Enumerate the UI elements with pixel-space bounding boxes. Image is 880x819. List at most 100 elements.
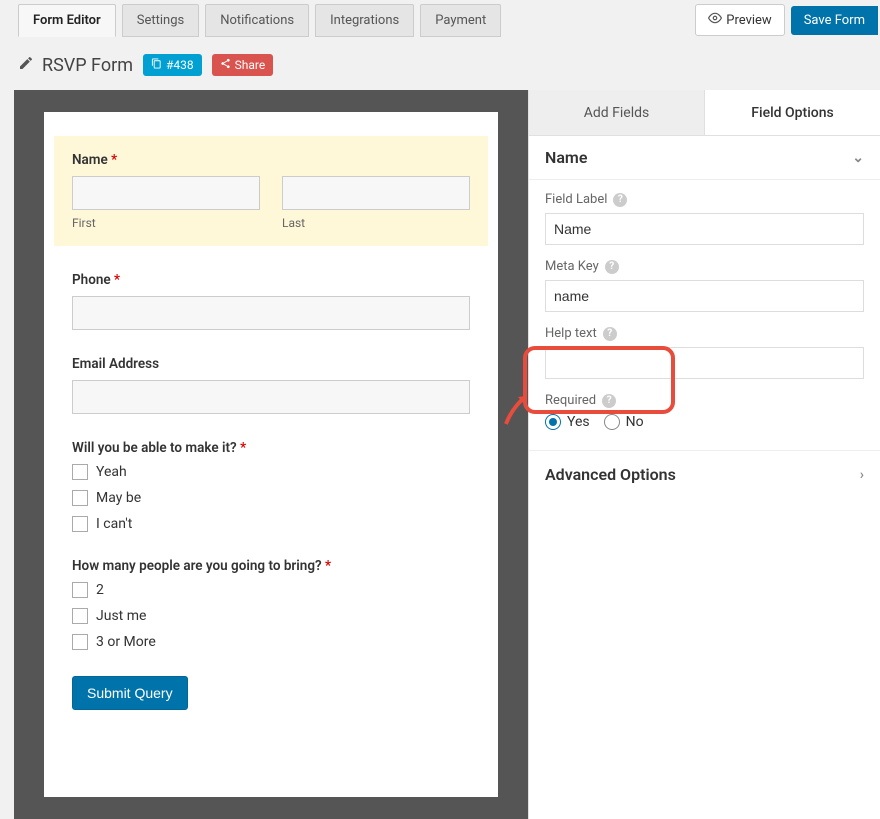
submit-button[interactable]: Submit Query bbox=[72, 676, 188, 710]
main-tabs: Form Editor Settings Notifications Integ… bbox=[18, 4, 501, 37]
required-asterisk: * bbox=[111, 152, 117, 168]
eye-icon bbox=[708, 11, 722, 29]
tab-notifications[interactable]: Notifications bbox=[205, 4, 309, 37]
checkbox-icon bbox=[72, 634, 88, 650]
required-text: Required bbox=[545, 393, 596, 408]
required-asterisk: * bbox=[325, 558, 331, 574]
phone-label-text: Phone bbox=[72, 272, 111, 288]
copy-icon bbox=[151, 58, 162, 72]
form-title: RSVP Form bbox=[18, 55, 133, 76]
tab-form-editor[interactable]: Form Editor bbox=[18, 4, 116, 37]
help-icon[interactable]: ? bbox=[602, 394, 616, 408]
prop-label: Meta Key ? bbox=[545, 259, 864, 274]
share-icon bbox=[220, 58, 231, 72]
required-asterisk: * bbox=[240, 440, 246, 456]
submit-row: Submit Query bbox=[72, 676, 470, 710]
form-id-badge[interactable]: #438 bbox=[143, 54, 202, 76]
required-asterisk: * bbox=[114, 272, 120, 288]
right-panel: Add Fields Field Options Name ⌄ Field La… bbox=[528, 90, 880, 819]
attend-option[interactable]: May be bbox=[72, 490, 470, 506]
radio-icon bbox=[545, 414, 561, 430]
preview-label: Preview bbox=[726, 13, 771, 28]
phone-input[interactable] bbox=[72, 296, 470, 330]
advanced-options-header[interactable]: Advanced Options › bbox=[529, 450, 880, 498]
top-actions: Preview Save Form bbox=[695, 4, 880, 36]
count-option[interactable]: 2 bbox=[72, 582, 470, 598]
tab-integrations[interactable]: Integrations bbox=[315, 4, 414, 37]
last-sublabel: Last bbox=[282, 216, 470, 230]
checkbox-icon bbox=[72, 490, 88, 506]
field-attend[interactable]: Will you be able to make it? * Yeah May … bbox=[72, 440, 470, 532]
name-label-text: Name bbox=[72, 152, 108, 168]
option-label: May be bbox=[96, 490, 141, 506]
advanced-options-title: Advanced Options bbox=[545, 465, 676, 484]
prop-help-text: Help text ? bbox=[545, 326, 864, 379]
field-count-label: How many people are you going to bring? … bbox=[72, 558, 470, 574]
field-email-label: Email Address bbox=[72, 356, 470, 372]
required-no-radio[interactable]: No bbox=[604, 414, 644, 430]
help-icon[interactable]: ? bbox=[613, 193, 627, 207]
help-text-input[interactable] bbox=[545, 347, 864, 379]
meta-key-input[interactable] bbox=[545, 280, 864, 312]
form-header-bar: RSVP Form #438 Share bbox=[0, 40, 880, 90]
checkbox-icon bbox=[72, 582, 88, 598]
chevron-down-icon: ⌄ bbox=[852, 150, 864, 166]
option-label: Just me bbox=[96, 608, 146, 624]
first-sublabel: First bbox=[72, 216, 260, 230]
main-navbar: Form Editor Settings Notifications Integ… bbox=[0, 0, 880, 40]
required-yes-radio[interactable]: Yes bbox=[545, 414, 590, 430]
required-radio-group: Yes No bbox=[545, 414, 864, 430]
count-option[interactable]: 3 or More bbox=[72, 634, 470, 650]
prop-field-label: Field Label ? bbox=[545, 192, 864, 245]
field-label-text: Field Label bbox=[545, 192, 607, 207]
checkbox-icon bbox=[72, 608, 88, 624]
prop-label: Help text ? bbox=[545, 326, 864, 341]
prop-label: Required ? bbox=[545, 393, 864, 408]
radio-label: No bbox=[626, 414, 644, 430]
field-count[interactable]: How many people are you going to bring? … bbox=[72, 558, 470, 650]
share-button[interactable]: Share bbox=[212, 54, 274, 76]
count-option[interactable]: Just me bbox=[72, 608, 470, 624]
main-area: ▲ Name * First Last bbox=[0, 90, 880, 819]
section-name-header[interactable]: Name ⌄ bbox=[529, 136, 880, 180]
field-label-input[interactable] bbox=[545, 213, 864, 245]
tab-add-fields[interactable]: Add Fields bbox=[529, 90, 705, 136]
form-id-text: #438 bbox=[166, 58, 194, 72]
help-icon[interactable]: ? bbox=[603, 327, 617, 341]
radio-icon bbox=[604, 414, 620, 430]
tab-payment[interactable]: Payment bbox=[420, 4, 501, 37]
field-phone-label: Phone * bbox=[72, 272, 470, 288]
preview-pane: ▲ Name * First Last bbox=[0, 90, 528, 819]
prop-meta-key: Meta Key ? bbox=[545, 259, 864, 312]
radio-label: Yes bbox=[567, 414, 590, 430]
count-label-text: How many people are you going to bring? bbox=[72, 558, 322, 574]
attend-option[interactable]: I can't bbox=[72, 516, 470, 532]
tab-settings[interactable]: Settings bbox=[122, 4, 199, 37]
form-preview: Name * First Last bbox=[44, 112, 498, 797]
tab-field-options[interactable]: Field Options bbox=[705, 90, 880, 136]
preview-canvas: Name * First Last bbox=[14, 90, 528, 819]
field-phone[interactable]: Phone * bbox=[72, 272, 470, 330]
side-tabs: Add Fields Field Options bbox=[529, 90, 880, 136]
field-name[interactable]: Name * First Last bbox=[54, 136, 488, 246]
help-text-text: Help text bbox=[545, 326, 597, 341]
section-body: Field Label ? Meta Key ? Help text ? bbox=[529, 180, 880, 444]
form-title-text: RSVP Form bbox=[42, 55, 133, 76]
attend-label-text: Will you be able to make it? bbox=[72, 440, 237, 456]
last-name-input[interactable] bbox=[282, 176, 470, 210]
meta-key-text: Meta Key bbox=[545, 259, 599, 274]
help-icon[interactable]: ? bbox=[605, 260, 619, 274]
field-name-label: Name * bbox=[72, 152, 470, 168]
field-attend-label: Will you be able to make it? * bbox=[72, 440, 470, 456]
email-input[interactable] bbox=[72, 380, 470, 414]
field-email[interactable]: Email Address bbox=[72, 356, 470, 414]
checkbox-icon bbox=[72, 464, 88, 480]
first-name-input[interactable] bbox=[72, 176, 260, 210]
option-label: 2 bbox=[96, 582, 104, 598]
option-label: Yeah bbox=[96, 464, 127, 480]
preview-button[interactable]: Preview bbox=[695, 4, 784, 36]
section-name-title: Name bbox=[545, 148, 587, 167]
save-form-button[interactable]: Save Form bbox=[791, 6, 878, 35]
attend-option[interactable]: Yeah bbox=[72, 464, 470, 480]
checkbox-icon bbox=[72, 516, 88, 532]
